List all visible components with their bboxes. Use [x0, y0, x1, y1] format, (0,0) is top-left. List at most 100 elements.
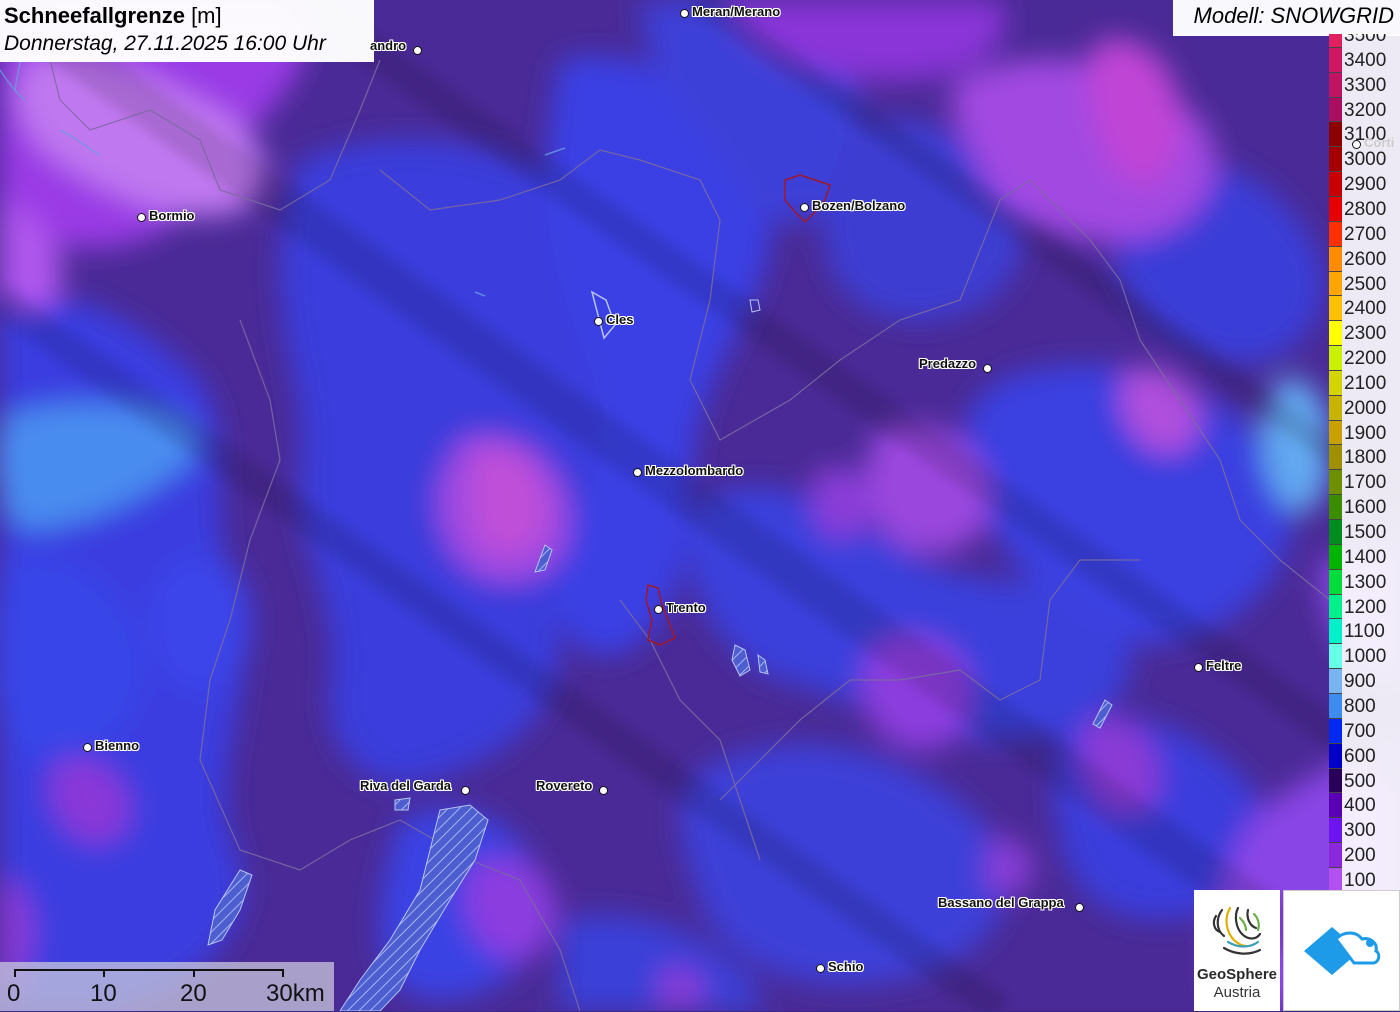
legend-swatch — [1329, 34, 1342, 47]
legend-swatch — [1329, 171, 1342, 197]
scale-tick — [193, 969, 195, 977]
legend-label: 1000 — [1344, 646, 1387, 668]
legend-item: 1200 — [1329, 593, 1400, 619]
legend-item: 2800 — [1329, 195, 1400, 221]
geosphere-name: GeoSphere — [1196, 966, 1278, 983]
legend-item: 1100 — [1329, 618, 1400, 644]
geosphere-country: Austria — [1213, 984, 1261, 1001]
legend-item: 500 — [1329, 767, 1400, 793]
legend-swatch — [1329, 245, 1342, 271]
scale-tick — [103, 969, 105, 977]
model-label: Modell: SNOWGRID — [1173, 0, 1400, 36]
color-legend: 3500 3400 3300 3200 3100 3000 2900 2800 2700 2600… — [1329, 34, 1400, 891]
legend-label: 1500 — [1344, 522, 1387, 543]
legend-swatch — [1329, 444, 1342, 470]
legend-item: 3300 — [1329, 71, 1400, 97]
legend-label: 2800 — [1344, 198, 1387, 220]
legend-item: 2500 — [1329, 270, 1400, 296]
legend-swatch — [1329, 817, 1342, 843]
app-logo[interactable] — [1283, 890, 1400, 1011]
scale-label: 10 — [90, 980, 117, 1007]
legend-item: 2200 — [1329, 345, 1400, 371]
legend-swatch — [1329, 121, 1342, 147]
legend-swatch — [1329, 494, 1342, 520]
legend-label: 700 — [1344, 720, 1376, 742]
legend-item: 2300 — [1329, 320, 1400, 346]
map-title-box: Schneefallgrenze [m] Donnerstag, 27.11.2… — [0, 0, 374, 62]
legend-swatch — [1329, 146, 1342, 172]
legend-swatch — [1329, 345, 1342, 371]
legend-item: 1300 — [1329, 568, 1400, 594]
legend-swatch — [1329, 643, 1342, 669]
legend-label: 2900 — [1344, 174, 1387, 196]
legend-label: 500 — [1344, 770, 1376, 792]
scale-label: 20 — [180, 980, 207, 1007]
map-title: Schneefallgrenze [m] — [4, 3, 222, 28]
scale-line — [14, 969, 284, 971]
cloud-arrow-icon — [1304, 927, 1381, 975]
legend-item: 1700 — [1329, 469, 1400, 495]
legend-swatch — [1329, 220, 1342, 246]
geosphere-logo[interactable]: GeoSphere Austria — [1194, 890, 1280, 1011]
legend-item: 2900 — [1329, 171, 1400, 197]
legend-label: 1800 — [1344, 447, 1387, 469]
legend-label: 1400 — [1344, 546, 1387, 568]
snowfall-map[interactable] — [0, 0, 1400, 1011]
legend-label: 800 — [1344, 695, 1376, 717]
scale-label: 30km — [266, 980, 325, 1007]
legend-swatch — [1329, 668, 1342, 694]
legend-item: 1900 — [1329, 419, 1400, 445]
legend-label: 1900 — [1344, 422, 1387, 444]
legend-swatch — [1329, 295, 1342, 321]
legend-swatch — [1329, 543, 1342, 569]
legend-item: 300 — [1329, 817, 1400, 843]
legend-swatch — [1329, 71, 1342, 97]
legend-label: 300 — [1344, 820, 1376, 842]
legend-item: 2000 — [1329, 394, 1400, 420]
legend-swatch — [1329, 46, 1342, 72]
legend-label: 1700 — [1344, 472, 1387, 494]
legend-swatch — [1329, 519, 1342, 544]
legend-label: 2600 — [1344, 248, 1387, 270]
legend-label: 900 — [1344, 671, 1376, 693]
map-timestamp: Donnerstag, 27.11.2025 16:00 Uhr — [4, 32, 326, 55]
legend-swatch — [1329, 270, 1342, 296]
legend-item: 2700 — [1329, 220, 1400, 246]
legend-item: 3400 — [1329, 46, 1400, 72]
legend-item: 800 — [1329, 692, 1400, 718]
legend-label: 3500 — [1344, 34, 1387, 46]
legend-swatch — [1329, 742, 1342, 768]
legend-label: 2500 — [1344, 273, 1387, 295]
legend-swatch — [1329, 568, 1342, 594]
legend-label: 1200 — [1344, 596, 1387, 618]
legend-label: 3200 — [1344, 99, 1387, 121]
legend-label: 2000 — [1344, 397, 1387, 419]
legend-label: 2200 — [1344, 348, 1387, 370]
legend-item: 400 — [1329, 792, 1400, 818]
legend-label: 2100 — [1344, 372, 1387, 394]
legend-swatch — [1329, 195, 1342, 221]
legend-item: 2100 — [1329, 369, 1400, 395]
legend-item: 2600 — [1329, 245, 1400, 271]
scale-tick — [14, 969, 16, 977]
legend-label: 400 — [1344, 795, 1376, 817]
legend-swatch — [1329, 692, 1342, 718]
legend-label: 1600 — [1344, 497, 1387, 519]
legend-label: 1100 — [1344, 621, 1385, 643]
legend-label: 100 — [1344, 869, 1376, 891]
scale-label: 0 — [7, 980, 21, 1007]
legend-swatch — [1329, 419, 1342, 445]
geosphere-icon — [1212, 906, 1262, 955]
legend-swatch — [1329, 792, 1342, 818]
legend-item: 3000 — [1329, 146, 1400, 172]
legend-label: 3400 — [1344, 49, 1387, 71]
legend-item: 900 — [1329, 668, 1400, 694]
legend-swatch — [1329, 842, 1342, 868]
legend-label: 2300 — [1344, 323, 1387, 345]
legend-item: 1600 — [1329, 494, 1400, 520]
legend-swatch — [1329, 593, 1342, 619]
legend-swatch — [1329, 369, 1342, 395]
legend-swatch — [1329, 767, 1342, 793]
legend-label: 3300 — [1344, 74, 1387, 96]
legend-label: 2700 — [1344, 223, 1387, 245]
